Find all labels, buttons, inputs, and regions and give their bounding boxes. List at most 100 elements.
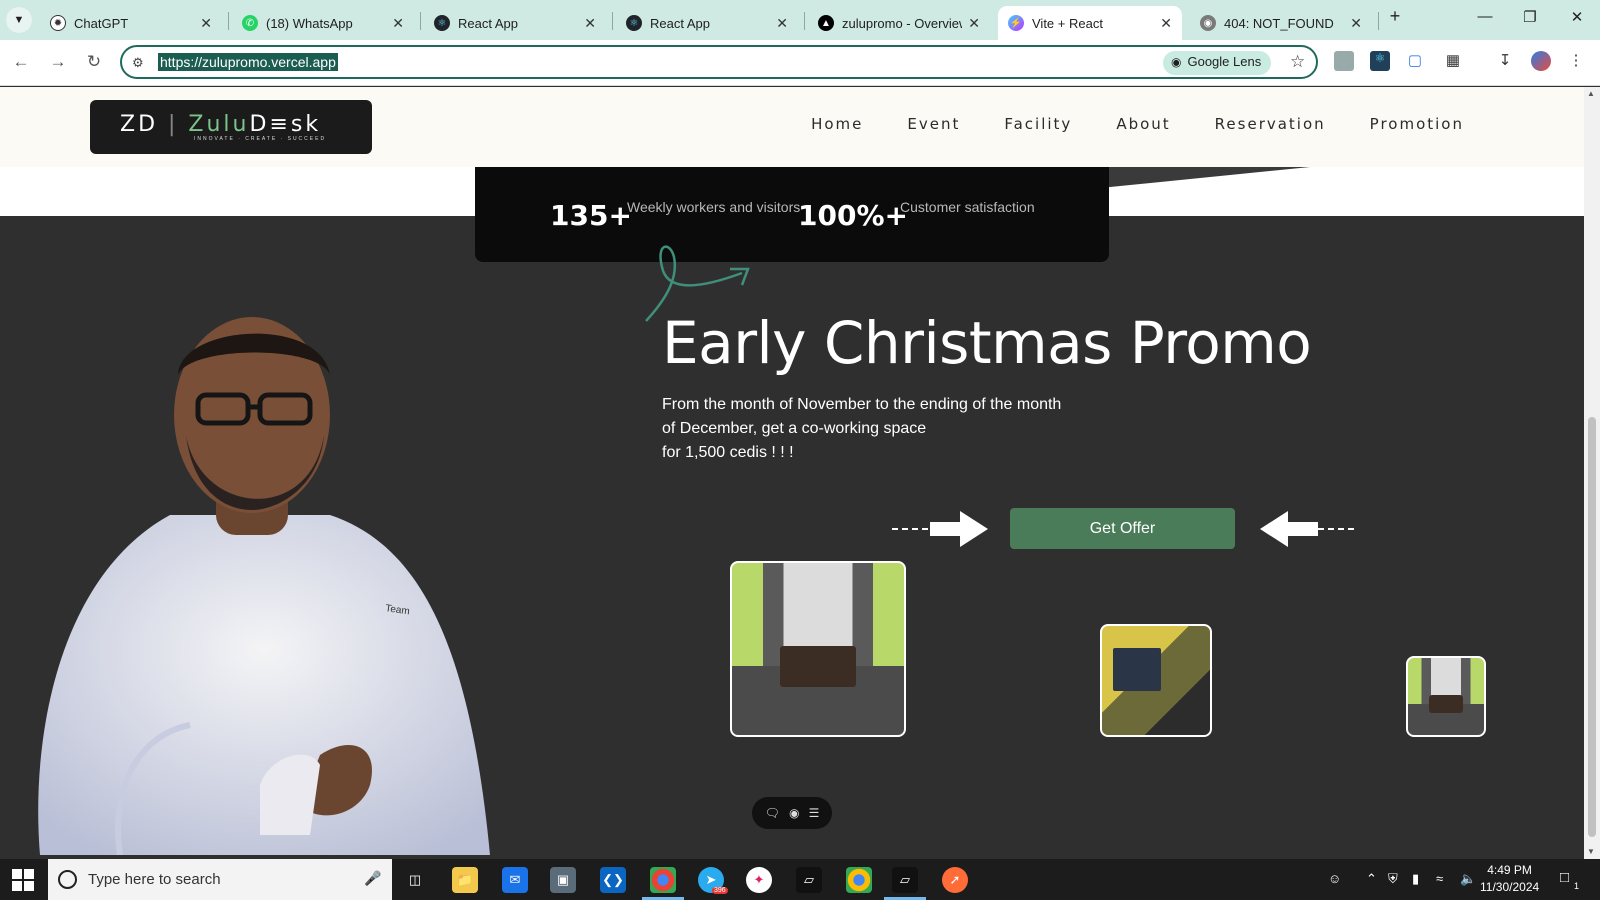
zuludesk-logo[interactable]: ZD | ZuluD≡sk INNOVATE · CREATE · SUCCEE… xyxy=(90,100,372,154)
vercel-icon: ▲ xyxy=(818,15,834,31)
tab-search-icon[interactable]: ▼ xyxy=(6,7,32,33)
windows-taskbar: Type here to search 🎤 ◫ 📁 ✉ ▣ ❮❯ ➤ 396 ✦… xyxy=(0,859,1600,900)
main-nav: Home Event Facility About Reservation Pr… xyxy=(811,115,1464,133)
tab-react-app-1[interactable]: ⚛ React App ✕ xyxy=(424,6,606,40)
extension-icon[interactable] xyxy=(1334,51,1354,71)
slack-icon[interactable]: ✦ xyxy=(746,867,772,893)
stat-visitors-value: 135+ xyxy=(550,199,632,232)
react-icon: ⚛ xyxy=(626,15,642,31)
react-devtools-icon[interactable]: ⚛ xyxy=(1370,51,1390,71)
man-portrait-image: Team xyxy=(38,317,491,855)
close-window-icon[interactable]: ✕ xyxy=(1562,8,1592,26)
web-page: ZD | ZuluD≡sk INNOVATE · CREATE · SUCCEE… xyxy=(0,87,1584,859)
stat-satisfaction-value: 100%+ xyxy=(798,199,908,232)
bookmark-star-icon[interactable]: ☆ xyxy=(1290,52,1305,72)
microphone-icon[interactable]: 🎤 xyxy=(364,870,381,887)
notification-count: 1 xyxy=(1574,881,1580,891)
cube-app-2-icon[interactable]: ▱ xyxy=(892,867,918,893)
logo-tagline: INNOVATE · CREATE · SUCCEED xyxy=(194,136,327,142)
tab-divider xyxy=(228,12,229,30)
floating-toolbar: 🗨 ◉ ☰ xyxy=(752,797,832,829)
close-icon[interactable]: ✕ xyxy=(1160,15,1172,32)
taskbar-search[interactable]: Type here to search 🎤 xyxy=(48,859,392,900)
download-icon[interactable]: ↧ xyxy=(1495,51,1515,71)
postman-icon[interactable]: ➚ xyxy=(942,867,968,893)
mail-icon[interactable]: ✉ xyxy=(502,867,528,893)
clipboard-extension-icon[interactable]: ▢ xyxy=(1405,51,1425,71)
nav-promotion[interactable]: Promotion xyxy=(1370,115,1464,133)
more-menu-icon[interactable]: ⋮ xyxy=(1566,51,1586,71)
volume-muted-icon[interactable]: 🔈 xyxy=(1460,871,1476,887)
studio-photo[interactable] xyxy=(1100,624,1212,737)
vite-icon: ⚡ xyxy=(1008,15,1024,31)
restore-icon[interactable]: ❐ xyxy=(1515,8,1545,26)
cube-app-icon[interactable]: ▱ xyxy=(796,867,822,893)
reload-icon[interactable]: ↻ xyxy=(83,52,105,72)
stats-panel: 135+ Weekly workers and visitors 100%+ C… xyxy=(475,167,1109,262)
profile-avatar[interactable] xyxy=(1531,51,1551,71)
tab-zulupromo-overview[interactable]: ▲ zulupromo - Overview ✕ xyxy=(808,6,990,40)
promo-title: Early Christmas Promo xyxy=(662,309,1312,377)
url-text[interactable]: https://zulupromo.vercel.app xyxy=(158,53,338,71)
battery-icon[interactable]: ▮ xyxy=(1412,871,1419,887)
site-info-icon[interactable]: ⚙ xyxy=(132,55,144,71)
google-lens-button[interactable]: ◉ Google Lens xyxy=(1163,51,1272,75)
eye-icon[interactable]: ◉ xyxy=(789,806,799,820)
close-icon[interactable]: ✕ xyxy=(776,15,788,32)
nav-home[interactable]: Home xyxy=(811,115,863,133)
close-icon[interactable]: ✕ xyxy=(1350,15,1362,32)
page-scrollbar[interactable]: ▲ ▼ xyxy=(1584,87,1600,859)
menu-icon[interactable]: ☰ xyxy=(809,806,820,820)
close-icon[interactable]: ✕ xyxy=(392,15,404,32)
nav-about[interactable]: About xyxy=(1116,115,1170,133)
browser-toolbar: ← → ↻ ⚙ https://zulupromo.vercel.app ◉ Go… xyxy=(0,40,1600,86)
back-icon[interactable]: ← xyxy=(10,52,32,72)
tab-react-app-2[interactable]: ⚛ React App ✕ xyxy=(616,6,798,40)
chrome-icon[interactable] xyxy=(650,867,676,893)
tab-404-not-found[interactable]: ◉ 404: NOT_FOUND ✕ xyxy=(1190,6,1372,40)
get-offer-button[interactable]: Get Offer xyxy=(1010,508,1235,549)
chatgpt-icon: ✹ xyxy=(50,15,66,31)
scroll-up-icon[interactable]: ▲ xyxy=(1587,89,1595,98)
minimize-icon[interactable]: — xyxy=(1470,8,1500,25)
cortana-icon xyxy=(58,870,77,889)
defender-icon[interactable]: ⛨ xyxy=(1388,871,1398,887)
chrome-profile-icon[interactable] xyxy=(846,867,872,893)
show-hidden-icons[interactable]: ⌃ xyxy=(1366,871,1377,887)
close-icon[interactable]: ✕ xyxy=(200,15,212,32)
site-header: ZD | ZuluD≡sk INNOVATE · CREATE · SUCCEE… xyxy=(0,87,1584,167)
store-icon[interactable]: ▣ xyxy=(550,867,576,893)
tab-vite-react[interactable]: ⚡ Vite + React ✕ xyxy=(998,6,1182,40)
close-icon[interactable]: ✕ xyxy=(968,15,980,32)
forward-icon[interactable]: → xyxy=(47,52,69,72)
tab-divider xyxy=(612,12,613,30)
close-icon[interactable]: ✕ xyxy=(584,15,596,32)
tab-chatgpt[interactable]: ✹ ChatGPT ✕ xyxy=(40,6,222,40)
windows-start-icon[interactable] xyxy=(12,869,34,891)
scrollbar-thumb[interactable] xyxy=(1588,417,1596,837)
tab-whatsapp[interactable]: ✆ (18) WhatsApp ✕ xyxy=(232,6,414,40)
file-explorer-icon[interactable]: 📁 xyxy=(452,867,478,893)
react-icon: ⚛ xyxy=(434,15,450,31)
system-clock[interactable]: 4:49 PM 11/30/2024 xyxy=(1480,862,1539,896)
nav-reservation[interactable]: Reservation xyxy=(1215,115,1326,133)
globe-icon: ◉ xyxy=(1200,15,1216,31)
task-view-icon[interactable]: ◫ xyxy=(402,867,428,893)
meeting-room-photo[interactable] xyxy=(730,561,906,737)
meeting-room-photo-small[interactable] xyxy=(1406,656,1486,737)
notification-icon[interactable]: □ xyxy=(1560,869,1569,886)
vscode-icon[interactable]: ❮❯ xyxy=(600,867,626,893)
nav-facility[interactable]: Facility xyxy=(1004,115,1072,133)
people-icon[interactable]: ☺ xyxy=(1328,871,1341,886)
comment-icon[interactable]: 🗨 xyxy=(765,806,780,820)
new-tab-button[interactable]: + xyxy=(1380,6,1410,27)
arrow-left-icon xyxy=(1260,511,1356,547)
tab-divider xyxy=(804,12,805,30)
wifi-icon[interactable]: ≈ xyxy=(1436,871,1443,886)
whatsapp-icon: ✆ xyxy=(242,15,258,31)
address-bar[interactable]: ⚙ https://zulupromo.vercel.app ◉ Google L… xyxy=(120,45,1318,79)
extensions-puzzle-icon[interactable]: ▦ xyxy=(1443,51,1463,71)
tab-strip: ▼ ✹ ChatGPT ✕ ✆ (18) WhatsApp ✕ ⚛ React … xyxy=(0,0,1600,40)
scroll-down-icon[interactable]: ▼ xyxy=(1587,847,1595,856)
nav-event[interactable]: Event xyxy=(907,115,960,133)
